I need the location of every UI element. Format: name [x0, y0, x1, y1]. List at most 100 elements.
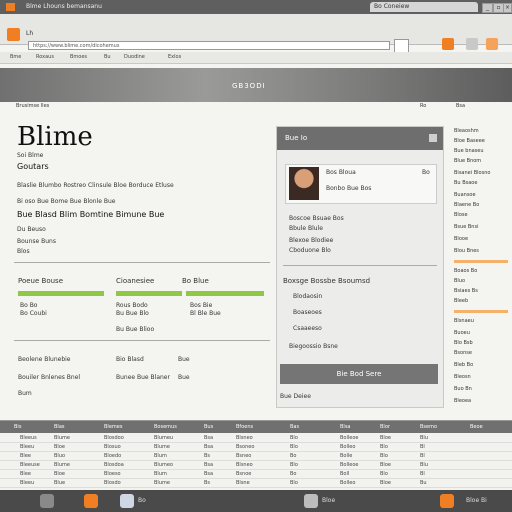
- sidebar-item[interactable]: Bleosn: [454, 374, 471, 380]
- bookmark-item[interactable]: Bmoes: [70, 54, 87, 60]
- browser-icon[interactable]: [84, 494, 98, 508]
- sidebar-item[interactable]: Bue bnaseu: [454, 148, 484, 154]
- column-header[interactable]: Bosemus: [154, 424, 177, 430]
- taskbar-label[interactable]: Bloe: [322, 497, 335, 504]
- column-header[interactable]: Bas: [290, 424, 299, 430]
- section-item[interactable]: Boaseoes: [293, 309, 322, 316]
- tray-icon[interactable]: [440, 494, 454, 508]
- table-cell: Bleeus: [20, 435, 37, 441]
- sidebar-item[interactable]: Buoeu: [454, 330, 470, 336]
- table-cell: Blosdoo: [104, 435, 124, 441]
- column-header[interactable]: Blas: [54, 424, 65, 430]
- tab-active[interactable]: Bo Coneiew: [370, 2, 478, 12]
- url-input[interactable]: https://www.blime.com/dicohemus: [28, 41, 390, 50]
- table-cell: Bsa: [204, 444, 214, 450]
- home-icon[interactable]: [442, 38, 454, 50]
- footer-link[interactable]: Biegoossio Bsne: [289, 343, 338, 350]
- column-header[interactable]: Blemes: [104, 424, 122, 430]
- list-item[interactable]: Bbule Blule: [289, 225, 323, 232]
- taskbar-label[interactable]: Bo: [138, 497, 146, 504]
- table-row[interactable]: Bleeu Blue Blosdo Blume Bs Blsne Blo Bol…: [0, 479, 512, 488]
- table-row[interactable]: Bleeuse Blume Blosdoa Blumeo Bsa Blsneo …: [0, 461, 512, 470]
- bookmark-icon[interactable]: [486, 38, 498, 50]
- brand-label: GB3ODI: [232, 82, 266, 90]
- column-header[interactable]: Blsa: [340, 424, 351, 430]
- sidebar-item[interactable]: Bleeb: [454, 298, 468, 304]
- profile-sub: Bonbo Bue Bos: [326, 185, 372, 192]
- browser-toolbar: Lh https://www.blime.com/dicohemus: [0, 14, 512, 54]
- window-titlebar: Blme Lhouns bemansanu Bo Coneiew _ ▫ ×: [0, 0, 512, 14]
- table-row[interactable]: Bleeu Bloe Blosuo Blume Bsa Bsoneo Blo B…: [0, 443, 512, 452]
- section-title: Boxsge Bossbe Bsoumsd: [283, 277, 371, 285]
- column-header[interactable]: Bfoens: [236, 424, 253, 430]
- sidebar-item[interactable]: Blo Bsb: [454, 340, 473, 346]
- start-icon[interactable]: [40, 494, 54, 508]
- list-item[interactable]: Blexoe Blodiee: [289, 237, 333, 244]
- files-icon[interactable]: [120, 494, 134, 508]
- table-row[interactable]: Blee Bloe Bloeso Blum Bsa Bsnoe Bo Boll …: [0, 470, 512, 479]
- bookmark-item[interactable]: Duodine: [124, 54, 145, 60]
- column-header[interactable]: Bus: [204, 424, 213, 430]
- close-button[interactable]: ×: [503, 3, 512, 13]
- table-cell: Blee: [20, 471, 31, 477]
- menu-icon[interactable]: [429, 134, 437, 142]
- column-header[interactable]: Bis: [14, 424, 21, 430]
- table-cell: Blume: [54, 435, 70, 441]
- menu-label[interactable]: Lh: [26, 30, 33, 37]
- sidebar-item[interactable]: Bleb Bo: [454, 362, 473, 368]
- minimize-button[interactable]: _: [482, 3, 493, 13]
- table-cell: Blo: [380, 471, 388, 477]
- settings-icon[interactable]: [466, 38, 478, 50]
- column-header[interactable]: Beoe: [470, 424, 483, 430]
- sidebar-item[interactable]: Buansoe: [454, 192, 476, 198]
- sidebar-item[interactable]: Bloe Baseee: [454, 138, 485, 144]
- section-item[interactable]: Blodaosin: [293, 293, 322, 300]
- sidebar-item[interactable]: Bleoea: [454, 398, 471, 404]
- table-cell: Bluo: [54, 453, 66, 459]
- sidebar-item[interactable]: Blou Bnes: [454, 248, 479, 254]
- table-cell: Blum: [154, 471, 167, 477]
- table-cell: Bloedo: [104, 453, 122, 459]
- column-header[interactable]: Bsemo: [420, 424, 437, 430]
- section-item[interactable]: Csaaeeso: [293, 325, 322, 332]
- table-row[interactable]: Bleeus Blume Blosdoo Blumeu Bsa Blsneo B…: [0, 434, 512, 443]
- table-cell: Blo: [380, 453, 388, 459]
- column-header[interactable]: Blor: [380, 424, 390, 430]
- table-cell: Blume: [154, 480, 170, 486]
- subnav-item[interactable]: Bsa: [456, 103, 465, 109]
- table-cell: Bo: [290, 471, 297, 477]
- sidebar-item[interactable]: Bisanei Blosno: [454, 170, 490, 176]
- app-logo-icon[interactable]: [7, 28, 20, 41]
- sidebar-item[interactable]: Bsue Bnsi: [454, 224, 478, 230]
- highlight-bar: [454, 260, 508, 263]
- column-value: Bu Bue Blo: [116, 310, 149, 317]
- sidebar-item[interactable]: Bu Bsaoe: [454, 180, 477, 186]
- list-item[interactable]: Cboduone Blo: [289, 247, 331, 254]
- window-title: Blme Lhouns bemansanu: [26, 3, 102, 10]
- subnav-left[interactable]: Brusimse lles: [16, 103, 49, 109]
- sidebar-item[interactable]: Blose: [454, 212, 468, 218]
- sidebar-item[interactable]: Blsnaeu: [454, 318, 474, 324]
- primary-button[interactable]: Bie Bod Sere: [280, 364, 438, 384]
- sidebar-item[interactable]: Boaos Bo: [454, 268, 477, 274]
- bookmark-item[interactable]: Exlos: [168, 54, 181, 60]
- bookmark-item[interactable]: Roxaus: [36, 54, 54, 60]
- subnav-item[interactable]: Ro: [420, 103, 426, 109]
- sidebar-item[interactable]: Bsiaes Bs: [454, 288, 478, 294]
- sidebar-item[interactable]: Bleaoshm: [454, 128, 479, 134]
- profile-box[interactable]: Bos Bloua Bonbo Bue Bos Bo: [285, 164, 437, 204]
- sidebar-item[interactable]: Blue Bnom: [454, 158, 481, 164]
- sidebar-item[interactable]: Blooe: [454, 236, 468, 242]
- sidebar-item[interactable]: Buo Bn: [454, 386, 472, 392]
- sidebar-item[interactable]: Bsonse: [454, 350, 472, 356]
- sidebar-item[interactable]: Bluo: [454, 278, 465, 284]
- table-row[interactable]: Blee Bluo Bloedo Blum Bs Bsneo Bo Bolle …: [0, 452, 512, 461]
- app-icon[interactable]: [304, 494, 318, 508]
- progress-bar: [186, 291, 264, 296]
- sidebar-item[interactable]: Blaene Bo: [454, 202, 479, 208]
- bookmark-item[interactable]: Bu: [104, 54, 111, 60]
- taskbar: Bo Bloe Bloe Bi: [0, 490, 512, 512]
- table-cell: Bs: [204, 453, 211, 459]
- tagline: Goutars: [17, 162, 49, 171]
- bookmark-item[interactable]: Bme: [10, 54, 21, 60]
